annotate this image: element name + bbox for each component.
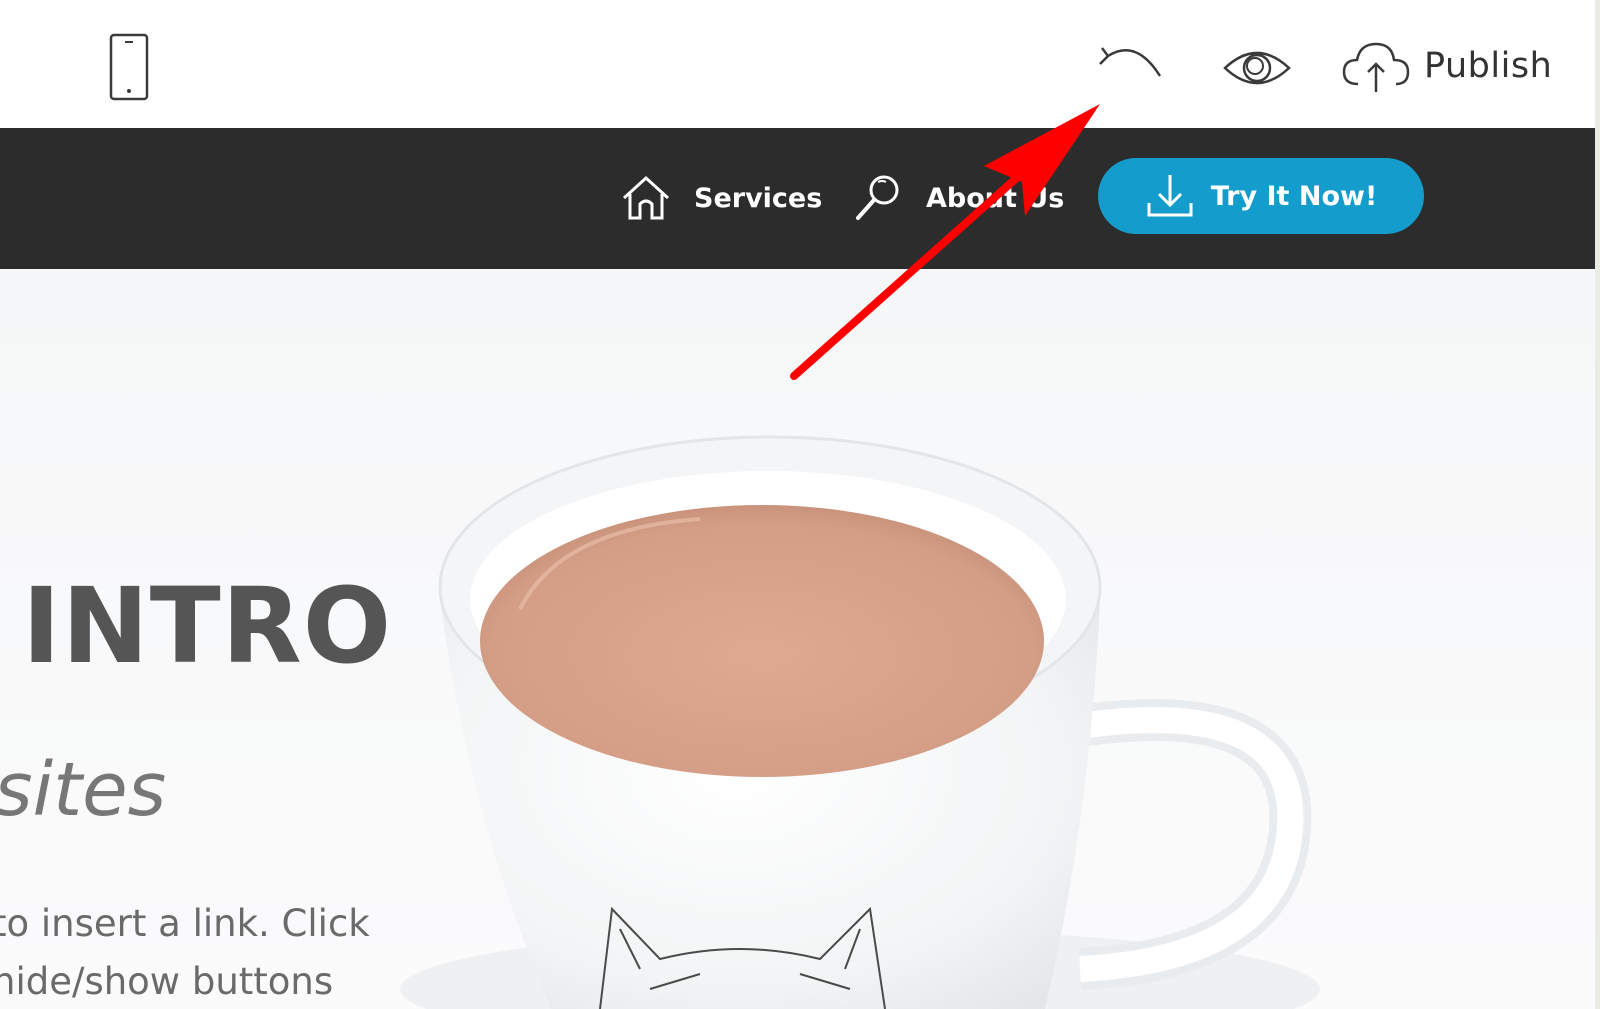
publish-label: Publish [1424, 46, 1553, 86]
window-edge [1595, 0, 1600, 1009]
hero-text-line: to insert a link. Click [0, 902, 370, 945]
eye-icon[interactable] [1222, 44, 1292, 92]
cloud-upload-icon [1342, 42, 1410, 92]
nav-item-services[interactable]: Services [620, 166, 822, 230]
nav-label-about-us: About Us [926, 182, 1065, 214]
hero-text-line: hide/show buttons [0, 960, 334, 1003]
search-icon [856, 175, 899, 220]
undo-icon[interactable] [1098, 42, 1170, 92]
hero-subtitle: sites [0, 747, 167, 833]
hero-text: to insert a link. Click hide/show button… [0, 895, 370, 1009]
home-icon [622, 175, 670, 220]
nav-item-about-us[interactable]: About Us [852, 166, 1064, 230]
download-icon [1147, 175, 1193, 217]
publish-button[interactable]: Publish [1340, 36, 1552, 96]
site-navbar: Services About Us Try It Now! [0, 128, 1595, 269]
mobile-phone-icon[interactable] [106, 32, 152, 102]
hero-section: INTRO sites to insert a link. Click hide… [0, 269, 1595, 1009]
nav-label-services: Services [694, 182, 823, 214]
builder-toolbar: Publish [0, 0, 1600, 128]
try-it-now-button[interactable]: Try It Now! [1098, 158, 1424, 234]
page: Publish Services About Us Try It Now! IN… [0, 0, 1600, 1009]
hero-title: INTRO [22, 565, 393, 687]
try-it-now-label: Try It Now! [1210, 180, 1378, 212]
